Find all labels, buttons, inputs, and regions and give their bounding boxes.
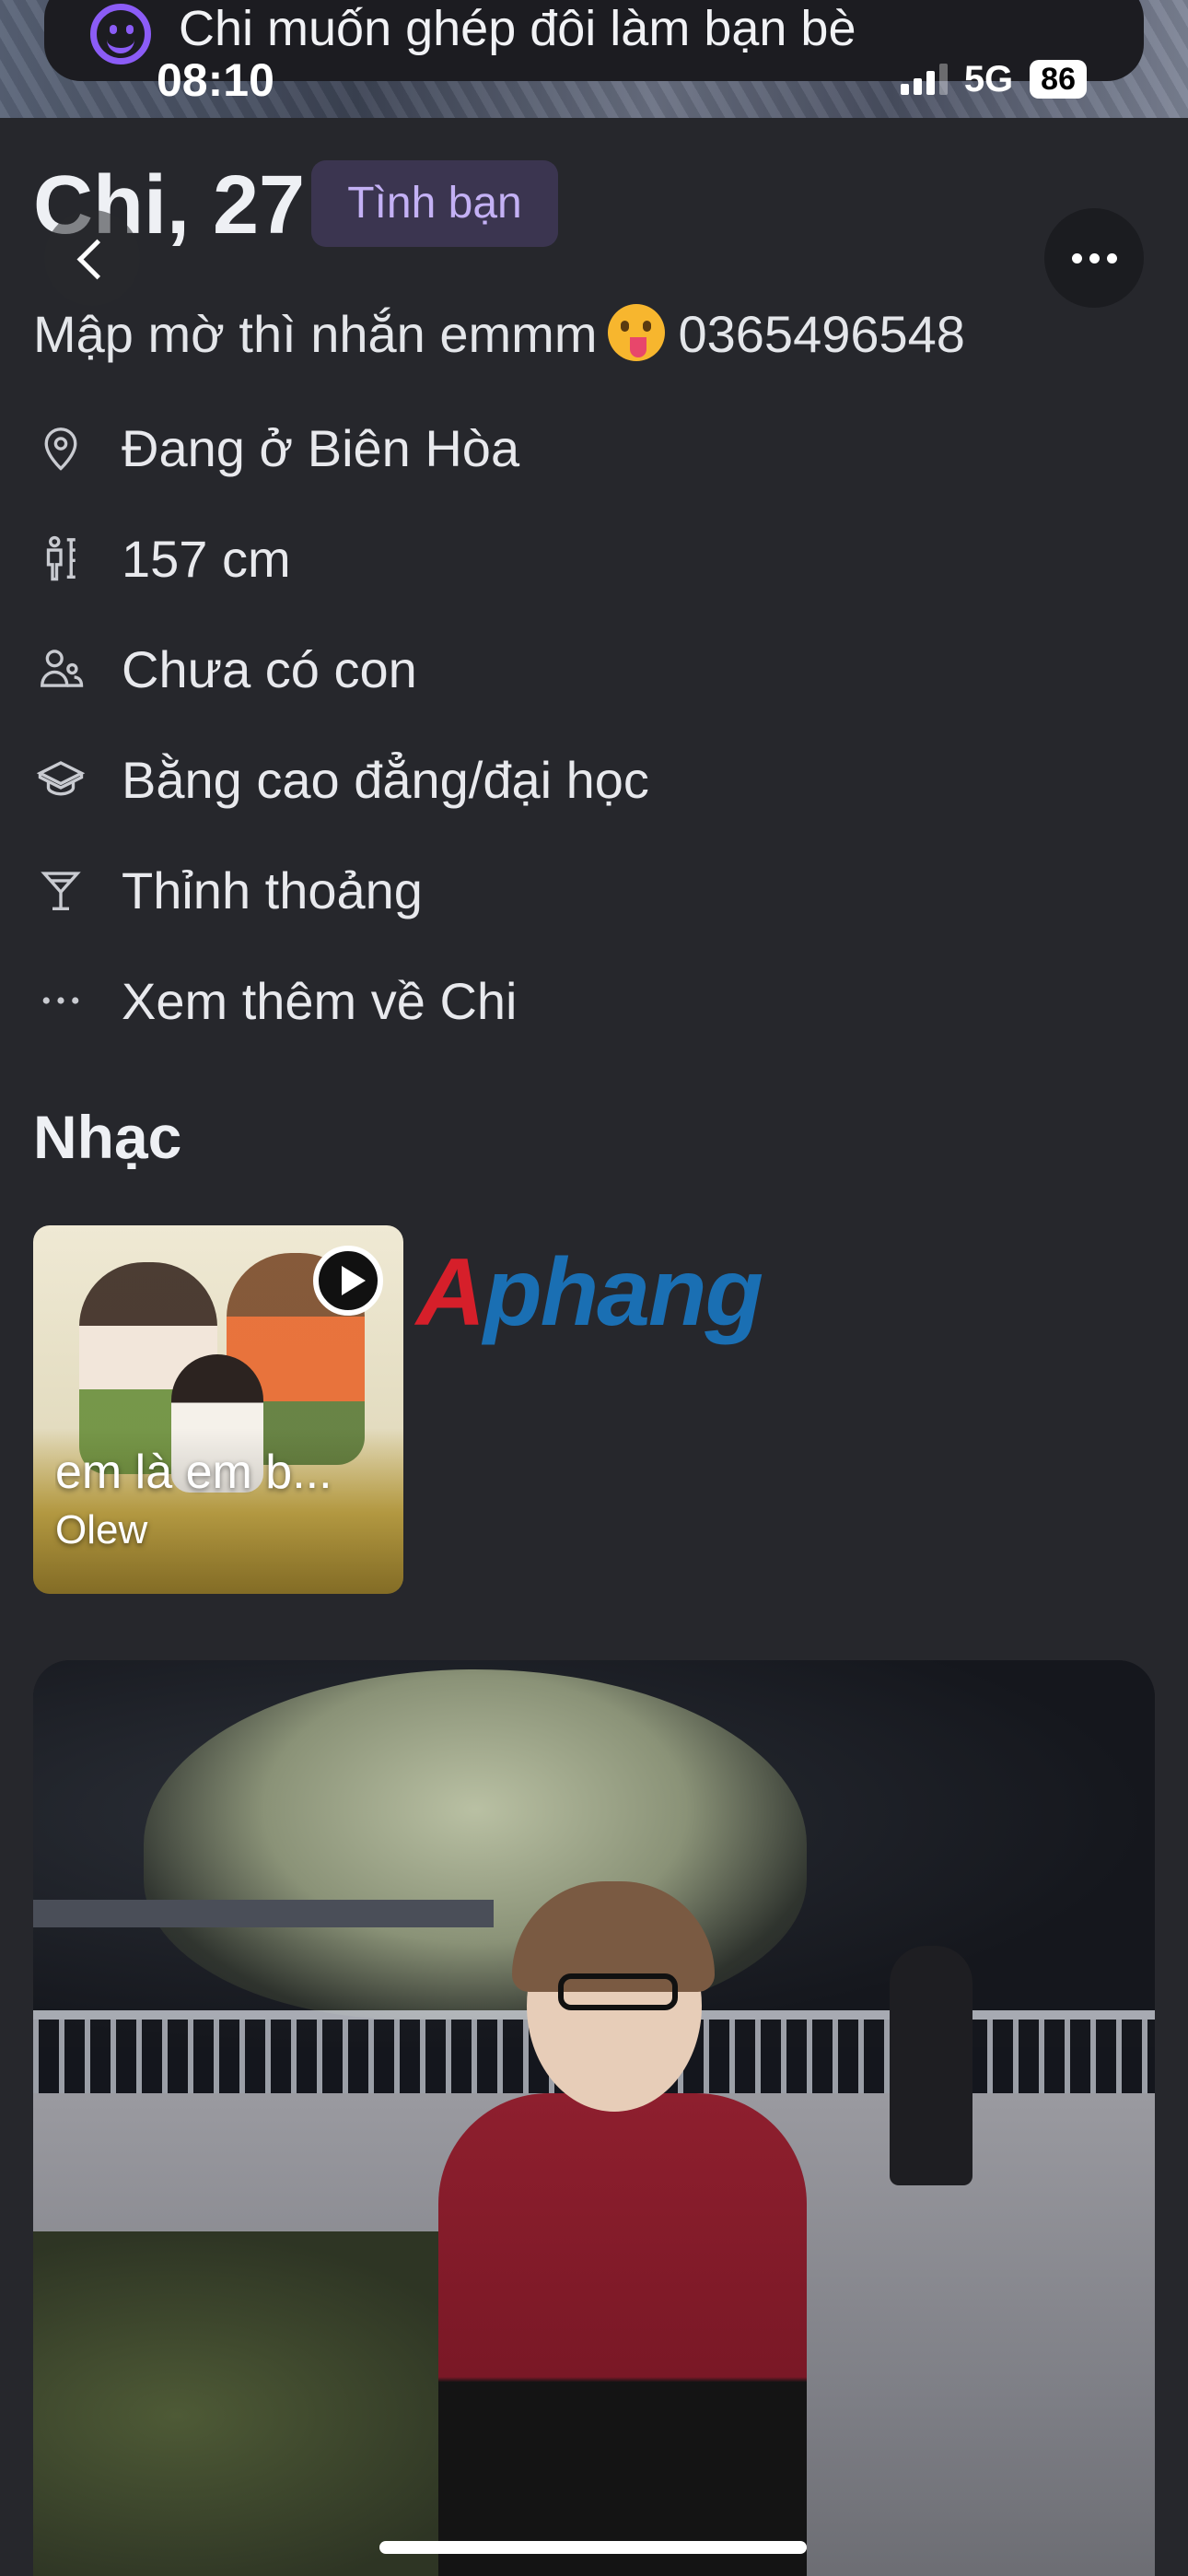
back-button[interactable] <box>44 210 140 306</box>
photo-background-person <box>890 1946 973 2185</box>
profile-photo[interactable] <box>33 1660 1155 2576</box>
drink-icon <box>33 862 88 918</box>
detail-row-children: Chưa có con <box>33 632 417 706</box>
network-type: 5G <box>963 58 1014 100</box>
bio-phone: 0365496548 <box>678 305 965 363</box>
bio-text: Mập mờ thì nhắn emmm <box>33 305 598 363</box>
photo-bridge <box>33 1900 494 1927</box>
smiley-icon <box>90 4 151 64</box>
song-artist: Olew <box>55 1507 148 1552</box>
photo-person-glasses <box>558 1973 678 2010</box>
watermark-logo: Aphang <box>416 1239 763 1346</box>
detail-row-education: Bằng cao đẳng/đại học <box>33 743 649 816</box>
more-dot <box>1089 252 1100 263</box>
music-card[interactable]: em là em b... Olew <box>33 1225 403 1594</box>
more-dot <box>1071 252 1082 263</box>
more-dot <box>1106 252 1117 263</box>
status-indicators: 5G 86 <box>900 58 1087 100</box>
tongue-out-emoji-icon <box>608 304 666 361</box>
detail-text: Thỉnh thoảng <box>122 861 423 919</box>
battery-level: 86 <box>1030 60 1087 99</box>
see-more-row[interactable]: Xem thêm về Chi <box>33 964 518 1037</box>
detail-text: Chưa có con <box>122 639 417 698</box>
education-icon <box>33 752 88 807</box>
children-icon <box>33 641 88 697</box>
location-pin-icon <box>33 420 88 475</box>
detail-text: Bằng cao đẳng/đại học <box>122 750 649 809</box>
more-dots-icon <box>33 973 88 1028</box>
profile-bio: Mập mờ thì nhắn emmm 0365496548 <box>33 304 965 364</box>
music-section-title: Nhạc <box>33 1103 182 1171</box>
height-icon <box>33 531 88 586</box>
play-icon[interactable] <box>313 1246 383 1316</box>
profile-screen: Chi muốn ghép đôi làm bạn bè 08:10 5G 86… <box>0 0 1188 2576</box>
detail-text: 157 cm <box>122 529 291 588</box>
signal-icon <box>900 64 948 95</box>
see-more-text: Xem thêm về Chi <box>122 971 518 1030</box>
home-indicator[interactable] <box>379 2541 807 2554</box>
detail-text: Đang ở Biên Hòa <box>122 418 520 477</box>
photo-person-body <box>438 2093 807 2576</box>
detail-row-height: 157 cm <box>33 521 291 595</box>
banner-text: Chi muốn ghép đôi làm bạn bè <box>179 1 856 56</box>
song-title: em là em b... <box>55 1446 332 1499</box>
more-options-button[interactable] <box>1044 208 1144 308</box>
status-time: 08:10 <box>157 54 274 106</box>
intent-badge: Tình bạn <box>311 160 558 247</box>
detail-row-location: Đang ở Biên Hòa <box>33 411 519 485</box>
detail-row-drinking: Thỉnh thoảng <box>33 853 423 927</box>
